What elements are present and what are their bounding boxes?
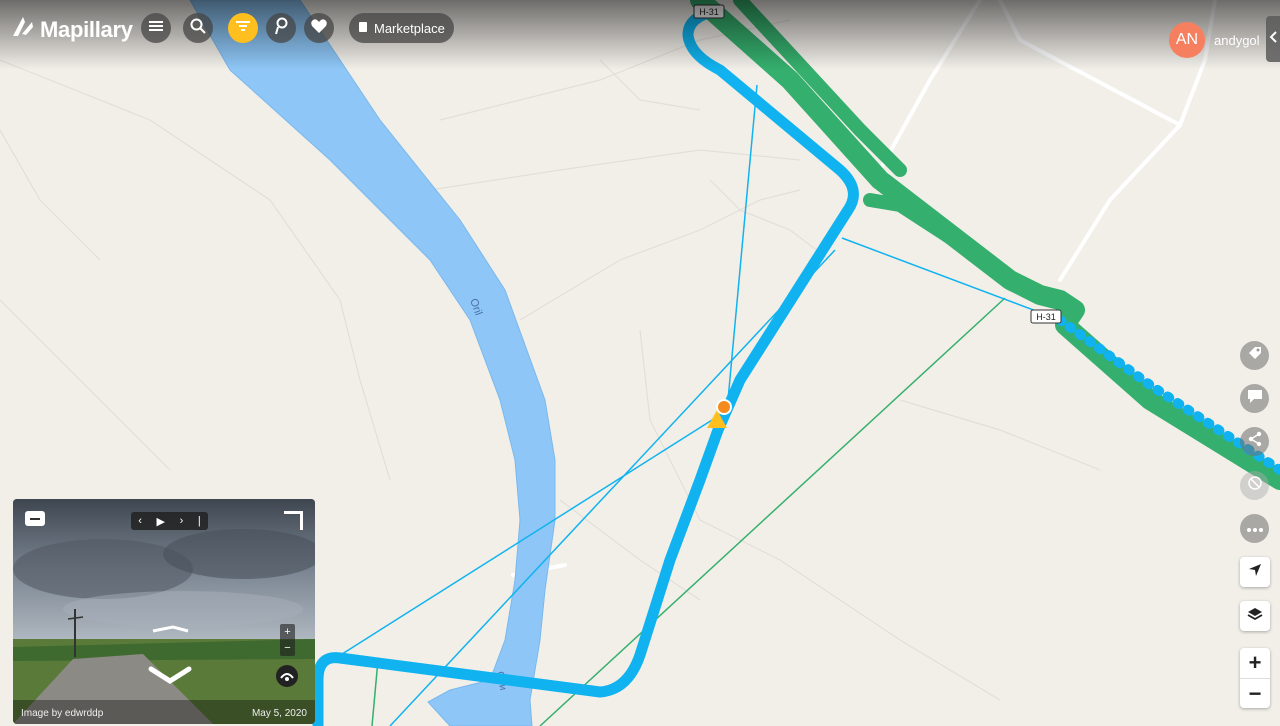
- tag-button[interactable]: [1240, 341, 1269, 370]
- svg-text:H-31: H-31: [699, 7, 719, 17]
- locate-icon: [1248, 563, 1262, 582]
- stop-icon[interactable]: |: [198, 515, 201, 527]
- menu-button[interactable]: [141, 13, 171, 43]
- more-icon: [1246, 520, 1264, 538]
- marketplace-icon: [358, 21, 368, 36]
- filter-button[interactable]: [228, 13, 258, 43]
- play-icon[interactable]: ▶: [157, 515, 165, 528]
- search-button[interactable]: [183, 13, 213, 43]
- viewer-zoom-control: + −: [280, 624, 295, 656]
- svg-text:H-31: H-31: [1036, 312, 1056, 322]
- search-icon: [190, 18, 206, 39]
- menu-icon: [149, 19, 163, 37]
- heart-map-button[interactable]: [304, 13, 334, 43]
- tag-icon: [1247, 345, 1263, 366]
- share-button[interactable]: [1240, 427, 1269, 456]
- username[interactable]: andygol: [1214, 33, 1260, 48]
- zoom-out-button[interactable]: −: [1240, 678, 1270, 709]
- comment-button[interactable]: [1240, 384, 1269, 413]
- block-icon: [1247, 475, 1263, 496]
- zoom-in-button[interactable]: +: [1240, 648, 1270, 678]
- sequence-navigation: ‹ ▶ › |: [131, 512, 208, 530]
- filter-icon: [236, 19, 250, 37]
- expand-viewer-button[interactable]: [284, 511, 303, 530]
- chevron-left-icon: [1269, 30, 1277, 48]
- street-photo: [13, 499, 315, 724]
- minimize-viewer-button[interactable]: [25, 511, 45, 526]
- block-button[interactable]: [1240, 471, 1269, 500]
- app-logo[interactable]: Mapillary: [10, 14, 133, 46]
- road-shield: H-31: [1030, 309, 1062, 324]
- app-name: Mapillary: [40, 17, 133, 42]
- image-date: May 5, 2020: [251, 708, 307, 719]
- route-icon: [273, 17, 289, 40]
- marketplace-label: Marketplace: [374, 20, 445, 36]
- layers-button[interactable]: [1240, 601, 1270, 631]
- marketplace-button[interactable]: Marketplace: [349, 13, 454, 43]
- viewer-footer: Image by edwrddp May 5, 2020: [13, 700, 315, 724]
- comment-icon: [1247, 388, 1263, 409]
- share-icon: [1247, 431, 1263, 452]
- mapillary-logo-icon: [10, 14, 36, 46]
- more-button[interactable]: [1240, 514, 1269, 543]
- prev-arrow-icon[interactable]: ‹: [138, 515, 142, 527]
- heart-map-icon: [310, 18, 328, 39]
- viewer-zoom-out[interactable]: −: [280, 640, 295, 656]
- next-arrow-icon[interactable]: ›: [180, 515, 184, 527]
- map-zoom-control: + −: [1240, 648, 1270, 708]
- current-position-marker[interactable]: [716, 399, 732, 415]
- route-button[interactable]: [266, 13, 296, 43]
- compass-icon[interactable]: [276, 665, 298, 687]
- avatar[interactable]: AN: [1169, 22, 1205, 58]
- locate-button[interactable]: [1240, 557, 1270, 587]
- road-shield: H-31: [693, 4, 725, 19]
- image-viewer[interactable]: ‹ ▶ › | + − Image by edwrddp May 5, 2020: [13, 499, 315, 724]
- collapse-panel-button[interactable]: [1266, 16, 1280, 62]
- layers-icon: [1247, 607, 1263, 626]
- viewer-zoom-in[interactable]: +: [280, 624, 295, 640]
- image-attribution[interactable]: Image by edwrddp: [21, 708, 103, 719]
